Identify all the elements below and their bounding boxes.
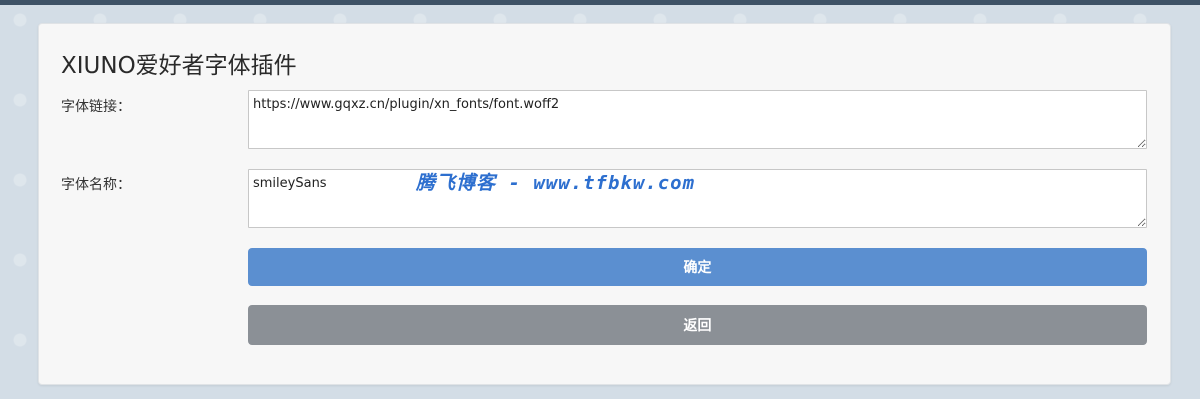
font-name-label: 字体名称： bbox=[61, 177, 131, 193]
font-url-label: 字体链接： bbox=[61, 99, 131, 115]
confirm-button[interactable]: 确定 bbox=[248, 248, 1147, 286]
font-name-field[interactable]: smileySans bbox=[248, 169, 1147, 228]
plugin-settings-card: XIUNO爱好者字体插件 字体链接： https://www.gqxz.cn/p… bbox=[38, 23, 1171, 385]
top-header-strip bbox=[0, 0, 1200, 5]
page-title: XIUNO爱好者字体插件 bbox=[61, 53, 297, 79]
back-button[interactable]: 返回 bbox=[248, 305, 1147, 345]
font-url-field[interactable]: https://www.gqxz.cn/plugin/xn_fonts/font… bbox=[248, 90, 1147, 149]
